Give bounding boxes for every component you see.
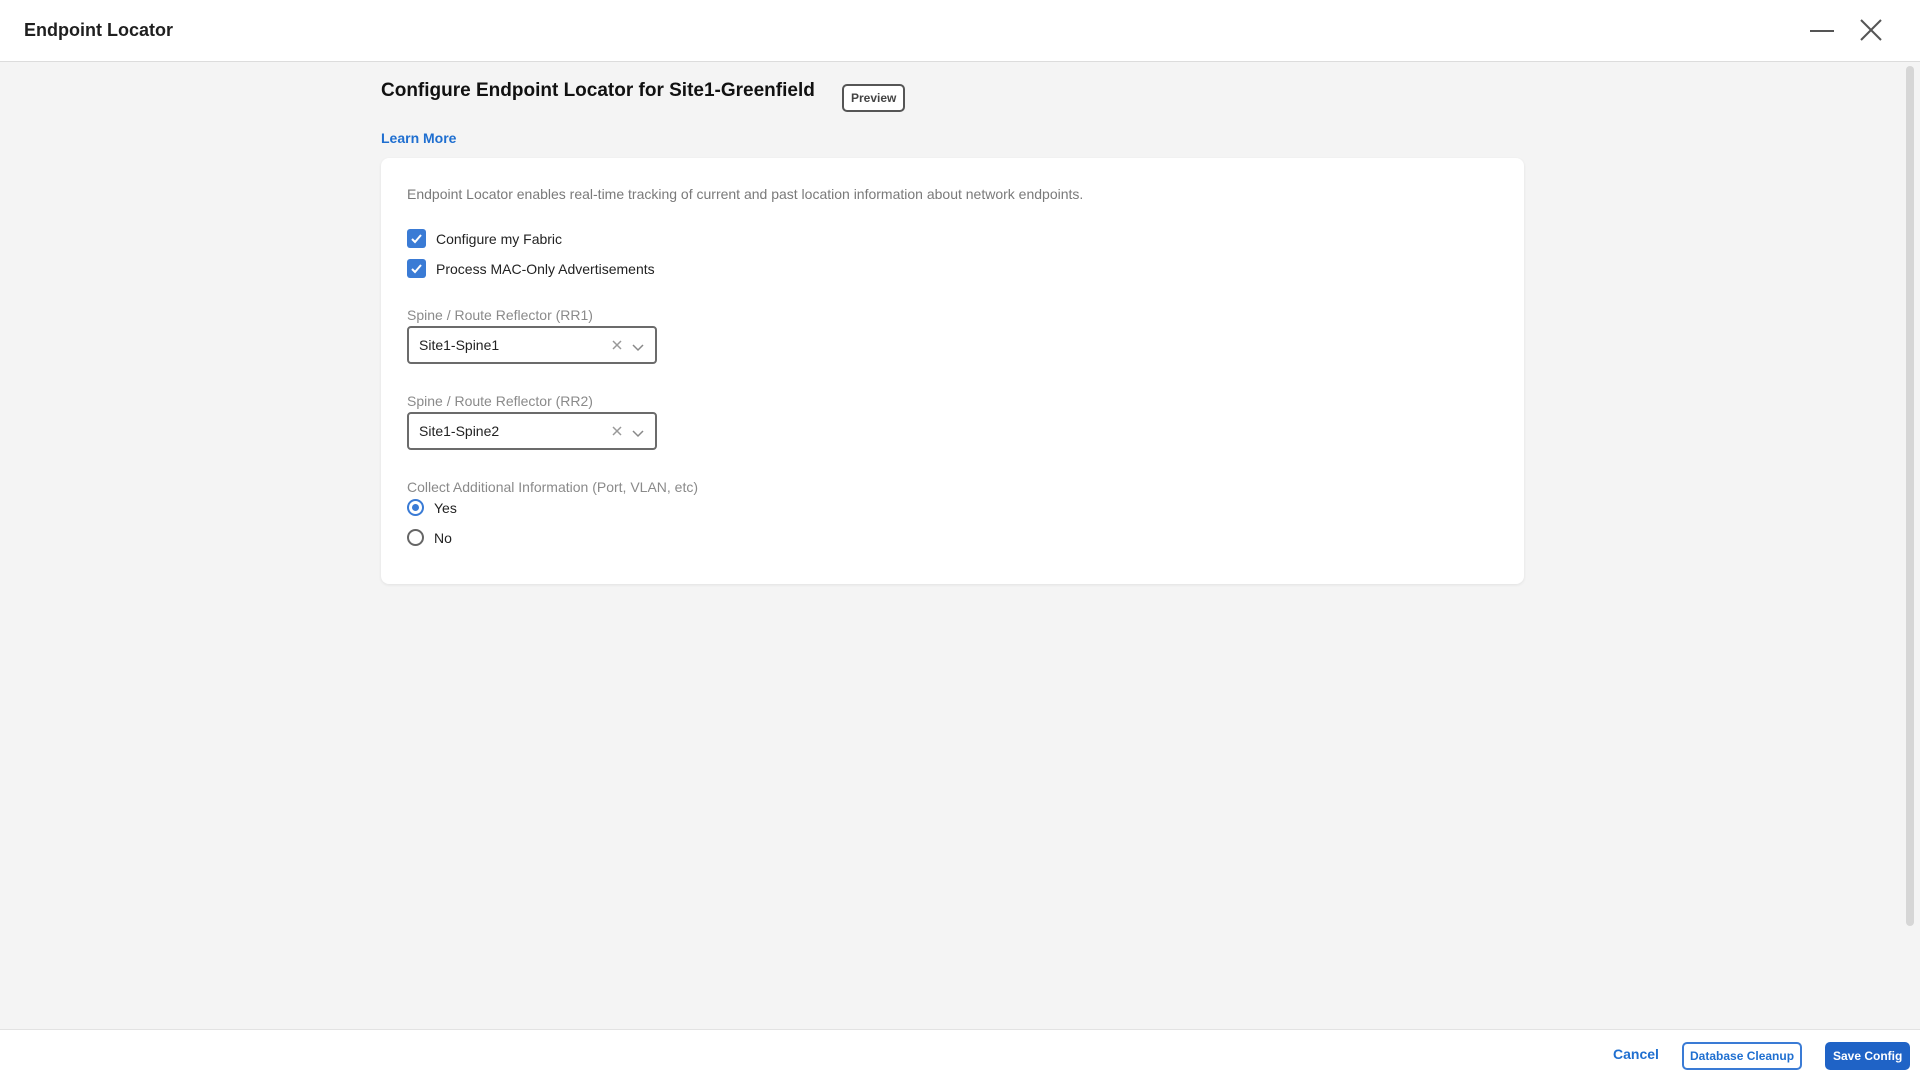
clear-icon[interactable] [610, 424, 624, 438]
clear-icon[interactable] [610, 338, 624, 352]
description-text: Endpoint Locator enables real-time track… [407, 186, 1084, 202]
radio-label: No [434, 529, 452, 546]
rr1-label: Spine / Route Reflector (RR1) [407, 307, 593, 323]
rr2-select[interactable]: Site1-Spine2 [407, 412, 657, 450]
page-title: Configure Endpoint Locator for Site1-Gre… [381, 80, 815, 101]
database-cleanup-button[interactable]: Database Cleanup [1682, 1042, 1803, 1070]
app-title: Endpoint Locator [24, 20, 173, 40]
minimize-icon[interactable] [1806, 14, 1838, 46]
checkbox-label: Configure my Fabric [436, 230, 563, 247]
cancel-button[interactable]: Cancel [1613, 1046, 1659, 1062]
configure-fabric-checkbox[interactable]: Configure my Fabric [407, 229, 562, 248]
rr2-selected-value: Site1-Spine2 [419, 423, 500, 439]
chevron-down-icon[interactable] [631, 340, 645, 352]
footer-bar: Cancel Database Cleanup Save Config [0, 1029, 1920, 1080]
radio-no[interactable]: No [407, 529, 452, 546]
learn-more-link[interactable]: Learn More [381, 130, 456, 146]
radio-yes[interactable]: Yes [407, 499, 457, 516]
rr1-selected-value: Site1-Spine1 [419, 337, 500, 353]
vertical-scrollbar[interactable] [1906, 66, 1914, 926]
close-icon[interactable] [1855, 14, 1887, 46]
collect-info-label: Collect Additional Information (Port, VL… [407, 479, 699, 495]
config-card: Endpoint Locator enables real-time track… [381, 158, 1524, 584]
preview-badge: Preview [842, 84, 906, 112]
checkbox-checked-icon[interactable] [407, 229, 426, 248]
chevron-down-icon[interactable] [631, 426, 645, 438]
radio-unselected-icon[interactable] [407, 529, 424, 546]
process-mac-only-checkbox[interactable]: Process MAC-Only Advertisements [407, 259, 655, 278]
save-config-button[interactable]: Save Config [1825, 1042, 1911, 1070]
checkbox-label: Process MAC-Only Advertisements [436, 260, 655, 277]
checkbox-checked-icon[interactable] [407, 259, 426, 278]
rr1-select[interactable]: Site1-Spine1 [407, 326, 657, 364]
radio-selected-icon[interactable] [407, 499, 424, 516]
window-titlebar: Endpoint Locator [0, 0, 1920, 62]
radio-label: Yes [434, 499, 457, 516]
rr2-label: Spine / Route Reflector (RR2) [407, 393, 593, 409]
